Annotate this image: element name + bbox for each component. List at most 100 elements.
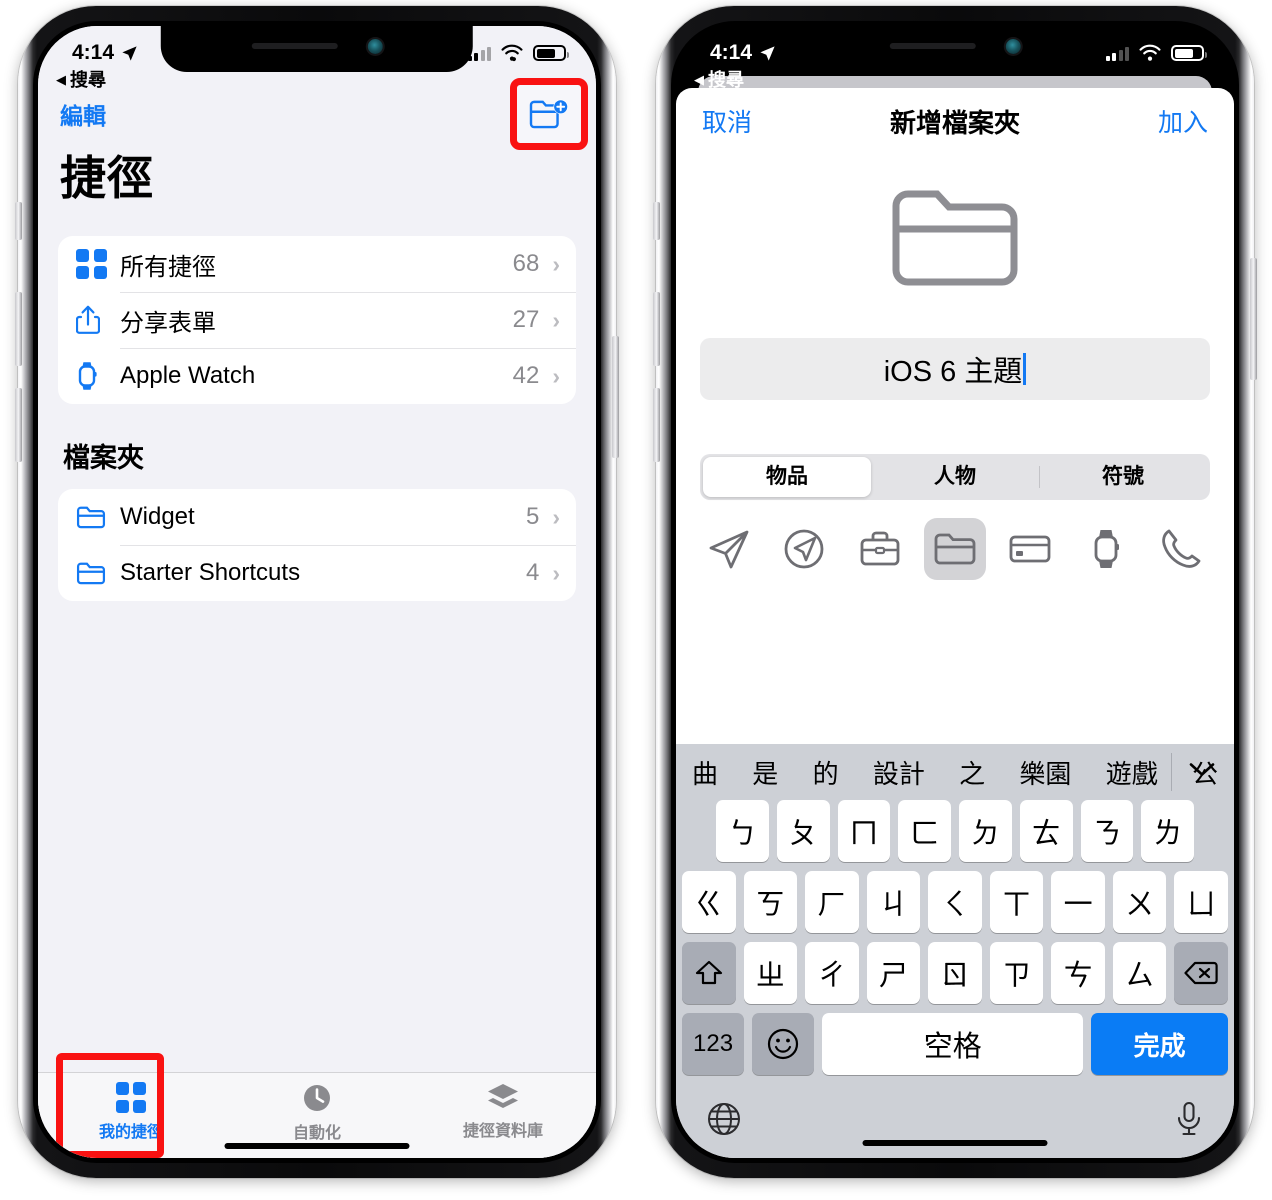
suggestion-item[interactable]: 遊戲 bbox=[1106, 754, 1158, 791]
key-te[interactable]: ㄊ bbox=[1019, 800, 1073, 862]
briefcase-icon bbox=[860, 531, 900, 566]
glyph-credit-card[interactable] bbox=[999, 518, 1061, 580]
smiley-face-icon bbox=[768, 1028, 799, 1060]
location-arrow-icon bbox=[760, 45, 775, 61]
segment-people[interactable]: 人物 bbox=[871, 457, 1039, 497]
key-si[interactable]: ㄙ bbox=[1112, 942, 1167, 1004]
battery-icon bbox=[1171, 45, 1207, 61]
home-indicator[interactable] bbox=[224, 1143, 410, 1149]
mute-switch[interactable] bbox=[653, 202, 660, 240]
suggestion-item[interactable]: 的 bbox=[813, 754, 839, 791]
key-zhi[interactable]: ㄓ bbox=[743, 942, 798, 1004]
volume-down-button[interactable] bbox=[15, 388, 22, 462]
folders-card: Widget 5 › Starter Shortcuts 4 › bbox=[58, 489, 576, 601]
numbers-key[interactable]: 123 bbox=[682, 1013, 745, 1075]
cancel-button[interactable]: 取消 bbox=[702, 103, 752, 139]
volume-down-button[interactable] bbox=[653, 388, 660, 462]
location-arrow-icon bbox=[122, 45, 137, 61]
collections-card: 所有捷徑 68 › 分享表單 27 › Apple Watch 42 › bbox=[58, 236, 576, 404]
key-fo[interactable]: ㄈ bbox=[898, 800, 951, 862]
globe-icon bbox=[708, 1102, 740, 1135]
key-shi[interactable]: ㄕ bbox=[866, 942, 921, 1004]
glyph-apple-watch[interactable] bbox=[1075, 518, 1137, 580]
key-ke[interactable]: ㄎ bbox=[743, 871, 798, 933]
suggestion-item[interactable]: 設計 bbox=[873, 754, 925, 791]
key-le[interactable]: ㄌ bbox=[1141, 800, 1194, 862]
list-item-label: Apple Watch bbox=[120, 362, 256, 389]
glyph-phone[interactable] bbox=[1150, 518, 1212, 580]
text-cursor bbox=[1023, 353, 1027, 385]
grid-squares-icon bbox=[115, 1082, 147, 1113]
key-ne[interactable]: ㄋ bbox=[1080, 800, 1134, 862]
backspace-key[interactable] bbox=[1174, 942, 1229, 1004]
dictation-key[interactable] bbox=[1174, 1100, 1204, 1143]
key-he[interactable]: ㄏ bbox=[805, 871, 859, 933]
status-time: 4:14 bbox=[72, 41, 115, 64]
tab-gallery[interactable]: 捷徑資料庫 bbox=[410, 1082, 596, 1141]
status-bar: 4:14 bbox=[676, 26, 1234, 72]
list-item-label: Widget bbox=[120, 503, 195, 530]
home-indicator[interactable] bbox=[862, 1140, 1048, 1146]
done-key[interactable]: 完成 bbox=[1091, 1013, 1228, 1075]
mute-switch[interactable] bbox=[15, 202, 22, 240]
glyph-paper-plane[interactable] bbox=[698, 518, 760, 580]
new-folder-modal-root: 取消 新增檔案夾 加入 iOS 6 主題 物品 人物 符號 曲 是 的 設計 之… bbox=[676, 26, 1234, 1158]
suggestion-item[interactable]: 是 bbox=[752, 754, 778, 791]
key-qi[interactable]: ㄑ bbox=[928, 871, 982, 933]
segment-objects[interactable]: 物品 bbox=[703, 457, 871, 497]
chevron-right-icon: › bbox=[552, 559, 560, 586]
key-ci[interactable]: ㄘ bbox=[1051, 942, 1105, 1004]
key-de[interactable]: ㄉ bbox=[959, 800, 1012, 862]
suggestion-item[interactable]: 之 bbox=[959, 754, 985, 791]
power-button[interactable] bbox=[1250, 258, 1257, 380]
phone-icon bbox=[1162, 529, 1201, 568]
tab-my-shortcuts[interactable]: 我的捷徑 bbox=[38, 1082, 224, 1142]
shift-key[interactable] bbox=[681, 942, 736, 1004]
folder-plus-icon[interactable] bbox=[528, 96, 570, 132]
volume-up-button[interactable] bbox=[15, 292, 22, 366]
list-item[interactable]: Starter Shortcuts 4 › bbox=[58, 545, 576, 601]
key-mo[interactable]: ㄇ bbox=[837, 800, 891, 862]
emoji-key[interactable] bbox=[752, 1013, 815, 1075]
list-item[interactable]: 所有捷徑 68 › bbox=[58, 236, 576, 292]
key-zi[interactable]: ㄗ bbox=[989, 942, 1044, 1004]
space-key[interactable]: 空格 bbox=[822, 1013, 1084, 1075]
key-ge[interactable]: ㄍ bbox=[681, 871, 736, 933]
key-xi[interactable]: ㄒ bbox=[989, 871, 1044, 933]
glyph-briefcase[interactable] bbox=[849, 518, 911, 580]
key-ji[interactable]: ㄐ bbox=[866, 871, 921, 933]
section-header-folders: 檔案夾 bbox=[63, 443, 144, 473]
key-bo[interactable]: ㄅ bbox=[716, 800, 769, 862]
glyph-folder-selected[interactable] bbox=[923, 518, 986, 580]
list-item-count: 4 bbox=[525, 559, 540, 586]
key-yu[interactable]: ㄩ bbox=[1174, 871, 1229, 933]
list-item[interactable]: 分享表單 27 › bbox=[58, 292, 576, 348]
key-wu[interactable]: ㄨ bbox=[1112, 871, 1167, 933]
glyph-picker-row bbox=[676, 500, 1234, 590]
key-yi[interactable]: 一 bbox=[1051, 871, 1105, 933]
tab-label: 捷徑資料庫 bbox=[462, 1123, 543, 1140]
globe-key[interactable] bbox=[706, 1101, 742, 1142]
add-button[interactable]: 加入 bbox=[1158, 103, 1208, 139]
suggestion-item[interactable]: 曲 bbox=[692, 754, 718, 791]
key-po[interactable]: ㄆ bbox=[776, 800, 830, 862]
edit-button[interactable]: 編輯 bbox=[60, 97, 106, 131]
folder-name-input[interactable]: iOS 6 主題 bbox=[700, 338, 1210, 400]
segment-symbols[interactable]: 符號 bbox=[1039, 457, 1207, 497]
chevron-down-icon[interactable] bbox=[1188, 761, 1216, 784]
folder-icon bbox=[76, 505, 110, 529]
list-item[interactable]: Widget 5 › bbox=[58, 489, 576, 545]
list-item[interactable]: Apple Watch 42 › bbox=[58, 348, 576, 404]
backspace-icon bbox=[1184, 961, 1218, 985]
back-to-search-link[interactable]: ◀ 搜尋 bbox=[694, 66, 744, 92]
suggestion-item[interactable]: 樂園 bbox=[1019, 754, 1071, 791]
power-button[interactable] bbox=[612, 336, 619, 458]
glyph-compass[interactable] bbox=[773, 518, 835, 580]
cellular-signal-icon bbox=[1105, 46, 1129, 61]
key-chi[interactable]: ㄔ bbox=[805, 942, 859, 1004]
tab-automation[interactable]: 自動化 bbox=[224, 1082, 410, 1143]
back-to-search-link[interactable]: ◀ 搜尋 bbox=[56, 66, 106, 92]
volume-up-button[interactable] bbox=[653, 292, 660, 366]
paper-plane-icon bbox=[709, 530, 749, 569]
key-ri[interactable]: ㄖ bbox=[928, 942, 982, 1004]
